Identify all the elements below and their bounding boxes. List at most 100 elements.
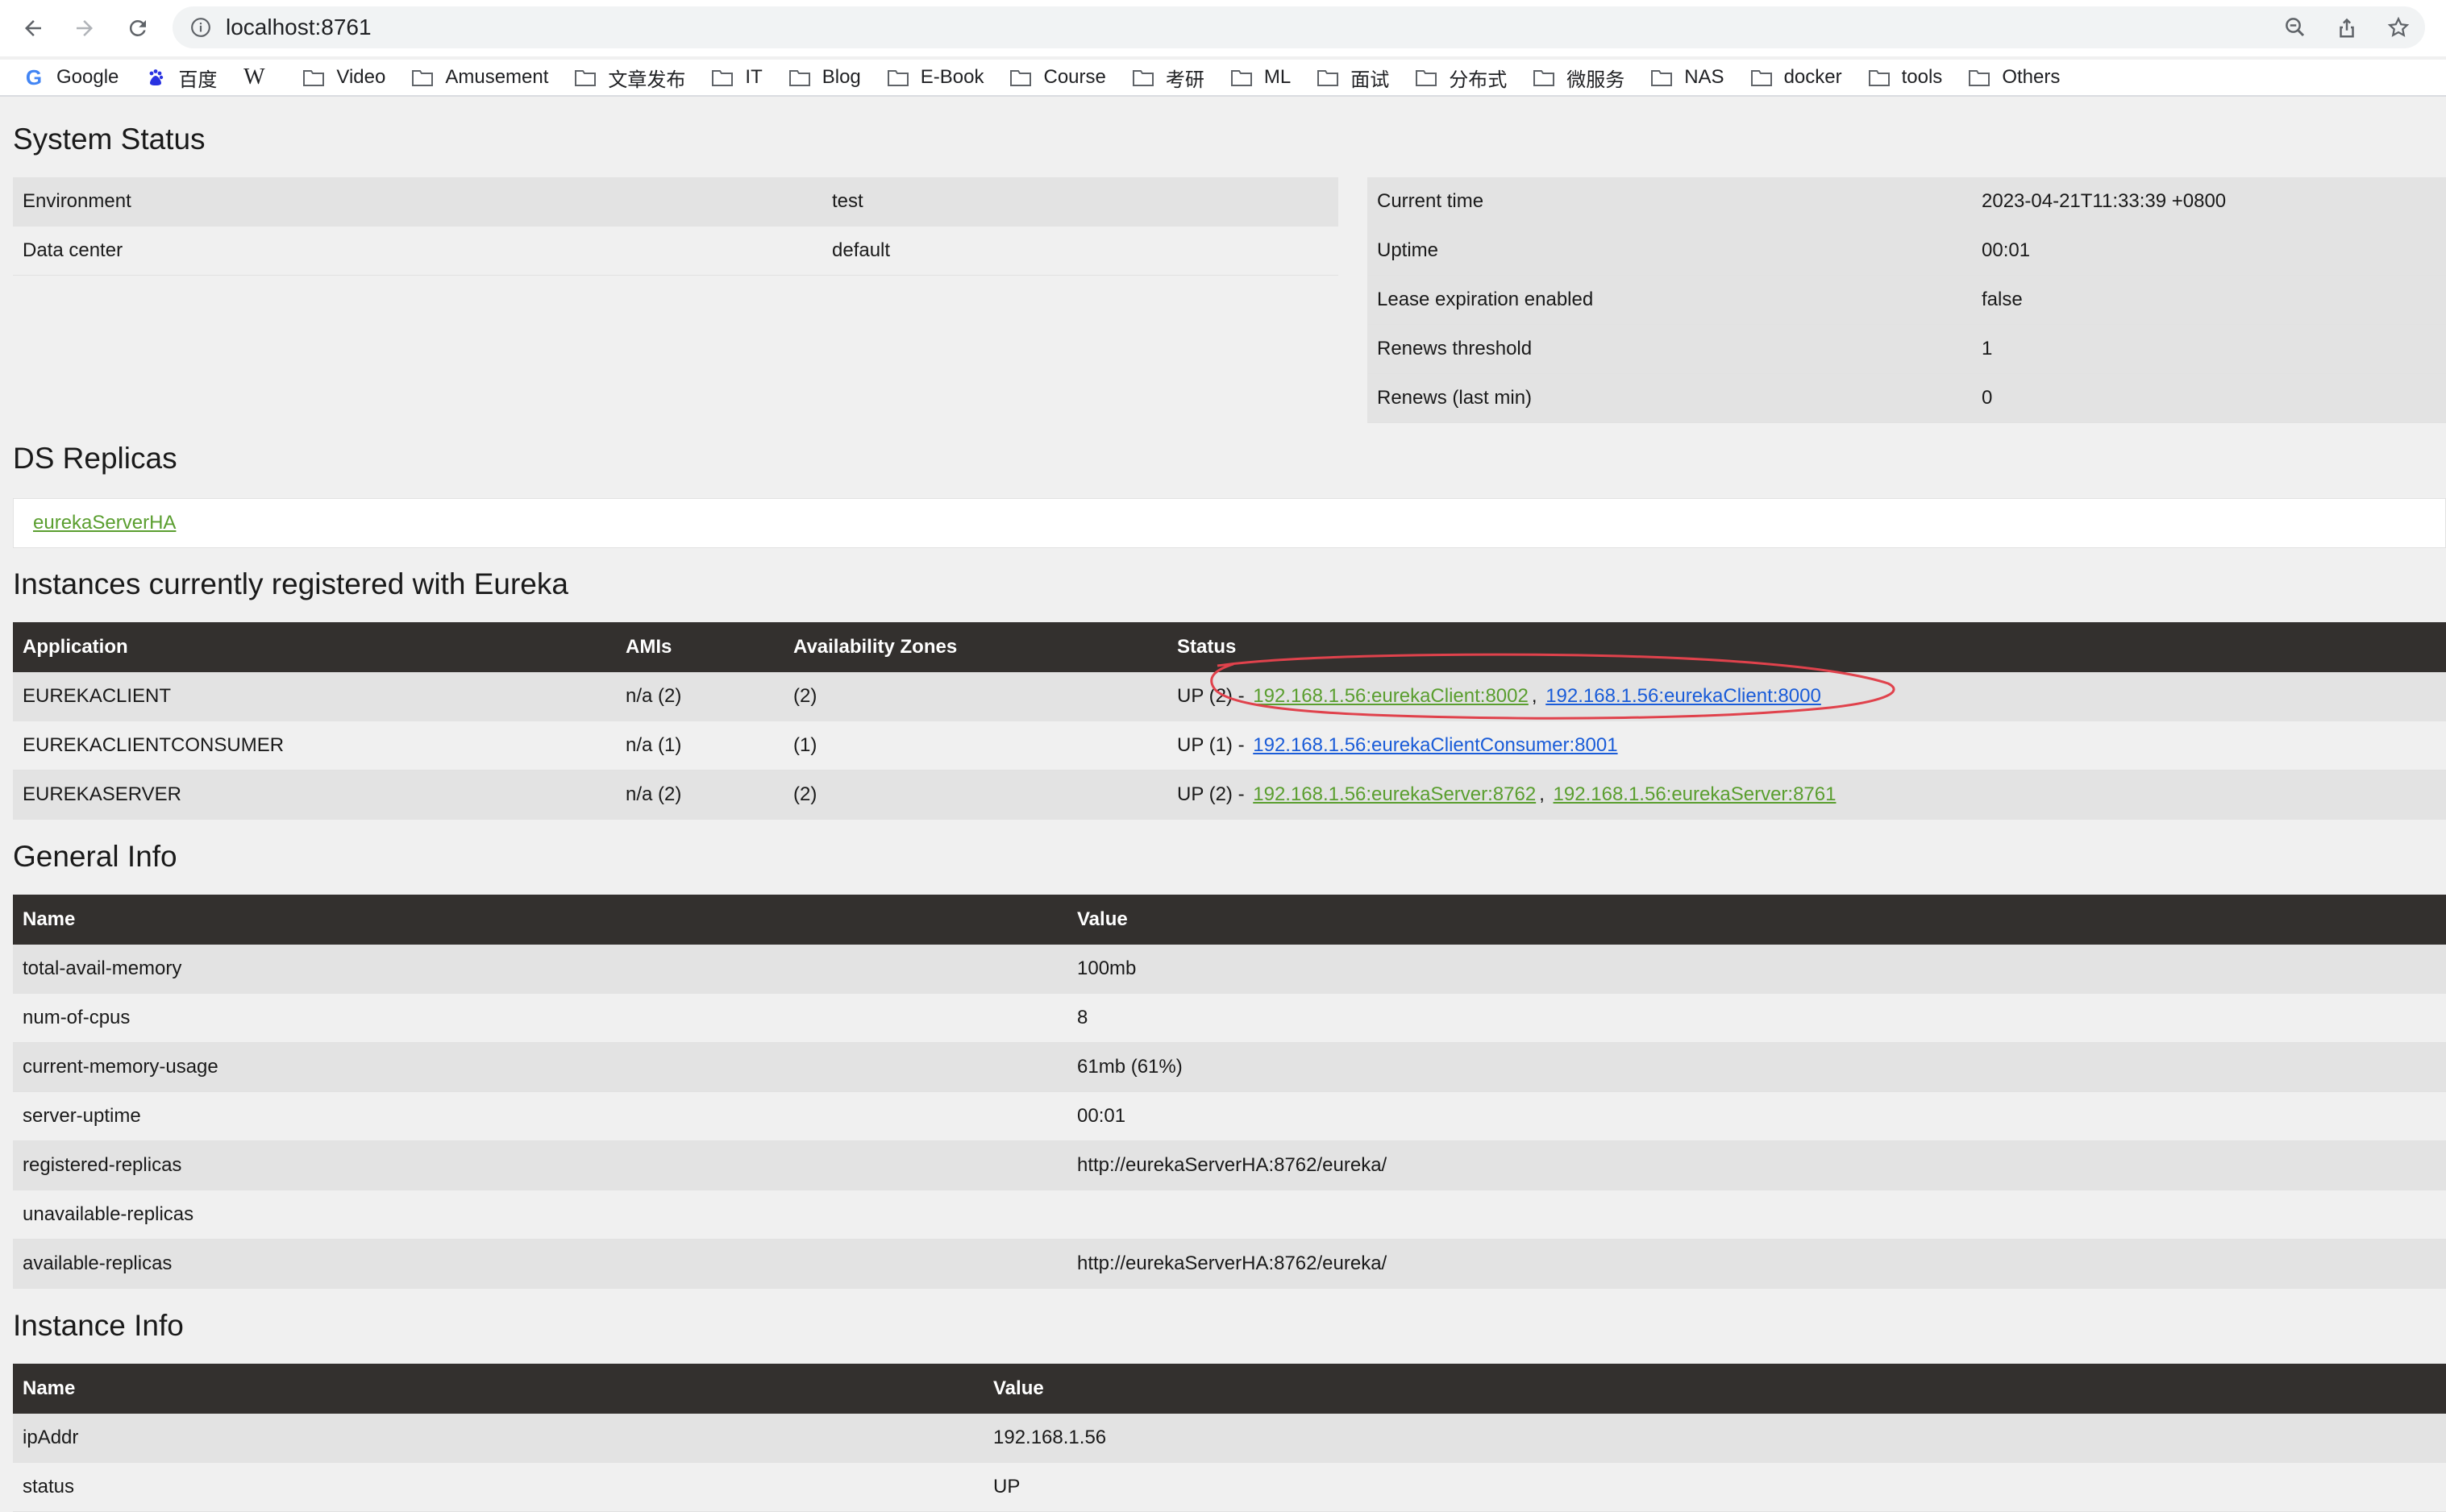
kv-row: Environment test xyxy=(13,177,1338,226)
table-row: ipAddr 192.168.1.56 xyxy=(13,1414,2446,1463)
instance-info-table: Name Value ipAddr 192.168.1.56 status UP xyxy=(13,1364,2446,1512)
google-icon: G xyxy=(25,64,43,89)
table-row: current-memory-usage 61mb (61%) xyxy=(13,1043,2446,1092)
kv-row: Uptime 00:01 xyxy=(1367,226,2446,276)
kv-row: Renews threshold 1 xyxy=(1367,325,2446,374)
browser-toolbar: localhost:8761 xyxy=(0,0,2446,56)
kv-key: Renews threshold xyxy=(1377,338,1533,359)
bookmark-google[interactable]: G Google xyxy=(23,64,119,89)
replica-link[interactable]: eurekaServerHA xyxy=(33,512,176,534)
bookmark-folder-microservice[interactable]: 微服务 xyxy=(1533,64,1624,92)
bookmark-folder-article[interactable]: 文章发布 xyxy=(574,64,685,92)
forward-arrow-icon[interactable] xyxy=(64,8,105,48)
link-separator: , xyxy=(1539,783,1545,805)
info-name: total-avail-memory xyxy=(23,957,182,979)
bookmark-folder-course[interactable]: Course xyxy=(1009,66,1106,89)
bookmark-folder-docker[interactable]: docker xyxy=(1750,66,1842,89)
folder-icon xyxy=(1415,66,1437,89)
folder-icon xyxy=(1132,66,1154,89)
bookmark-folder-nas[interactable]: NAS xyxy=(1650,66,1724,89)
kv-value: 1 xyxy=(1982,338,1993,359)
folder-icon xyxy=(411,66,434,89)
info-value: http://eurekaServerHA:8762/eureka/ xyxy=(1077,1252,1387,1274)
kv-key: Renews (last min) xyxy=(1377,387,1533,409)
reload-icon[interactable] xyxy=(118,8,158,48)
bookmark-folder-kaoyan[interactable]: 考研 xyxy=(1132,64,1204,92)
folder-icon xyxy=(788,66,811,89)
bookmark-wikipedia[interactable]: W xyxy=(243,64,277,89)
instance-link[interactable]: 192.168.1.56:eurekaClientConsumer:8001 xyxy=(1253,734,1617,756)
folder-icon xyxy=(1968,66,1990,89)
amis-value: n/a (1) xyxy=(626,734,682,756)
table-header: Name Value xyxy=(13,895,2446,945)
folder-icon xyxy=(1230,66,1253,89)
bookmark-folder-ebook[interactable]: E-Book xyxy=(887,66,984,89)
bookmark-folder-video[interactable]: Video xyxy=(302,66,385,89)
status-cell: UP (1) - 192.168.1.56:eurekaClientConsum… xyxy=(1167,734,1621,757)
instance-link[interactable]: 192.168.1.56:eurekaServer:8762 xyxy=(1253,783,1536,805)
bookmark-folder-amusement[interactable]: Amusement xyxy=(411,66,548,89)
table-row: total-avail-memory 100mb xyxy=(13,945,2446,994)
bookmarks-bar: G Google 百度 W Video Amusement 文章发布 IT Blo… xyxy=(0,60,2446,97)
folder-icon xyxy=(1009,66,1032,89)
bookmark-star-icon[interactable] xyxy=(2380,9,2417,46)
kv-key: Data center xyxy=(23,239,123,261)
info-value: http://eurekaServerHA:8762/eureka/ xyxy=(1077,1154,1387,1176)
table-row: server-uptime 00:01 xyxy=(13,1092,2446,1141)
instances-title: Instances currently registered with Eure… xyxy=(13,567,568,600)
bookmark-folder-others[interactable]: Others xyxy=(1968,66,2060,89)
kv-value: 00:01 xyxy=(1982,239,2031,261)
folder-icon xyxy=(1650,66,1673,89)
info-icon[interactable] xyxy=(190,17,211,38)
kv-key: Uptime xyxy=(1377,239,1439,261)
info-name: num-of-cpus xyxy=(23,1007,131,1028)
ds-replicas-list: eurekaServerHA xyxy=(13,498,2446,548)
column-header-name: Name xyxy=(23,908,76,930)
application-name: EUREKASERVER xyxy=(23,783,181,805)
table-header: Name Value xyxy=(13,1364,2446,1414)
info-name: current-memory-usage xyxy=(23,1056,218,1078)
instance-info-title: Instance Info xyxy=(13,1309,184,1342)
table-row: num-of-cpus 8 xyxy=(13,994,2446,1043)
share-icon[interactable] xyxy=(2328,9,2365,46)
kv-key: Lease expiration enabled xyxy=(1377,289,1594,310)
system-status-title: System Status xyxy=(13,123,206,156)
ds-replicas-title: DS Replicas xyxy=(13,442,177,475)
table-row: EUREKACLIENTCONSUMER n/a (1) (1) UP (1) … xyxy=(13,721,2446,771)
info-name: ipAddr xyxy=(23,1427,79,1448)
kv-row: Renews (last min) 0 xyxy=(1367,374,2446,423)
info-name: unavailable-replicas xyxy=(23,1203,194,1225)
info-value: 61mb (61%) xyxy=(1077,1056,1183,1078)
status-prefix: UP (2) - xyxy=(1177,783,1245,805)
back-arrow-icon[interactable] xyxy=(13,8,53,48)
address-bar[interactable]: localhost:8761 xyxy=(173,6,2425,48)
bookmark-folder-blog[interactable]: Blog xyxy=(788,66,861,89)
bookmark-folder-distributed[interactable]: 分布式 xyxy=(1415,64,1507,92)
zones-value: (2) xyxy=(793,685,817,707)
kv-value: 0 xyxy=(1982,387,1993,409)
bookmark-folder-interview[interactable]: 面试 xyxy=(1317,64,1389,92)
column-header-amis: AMIs xyxy=(626,636,672,658)
table-row: status UP xyxy=(13,1463,2446,1512)
info-value: 00:01 xyxy=(1077,1105,1126,1127)
system-status-left-table: Environment test Data center default xyxy=(13,177,1338,276)
kv-row: Lease expiration enabled false xyxy=(1367,276,2446,325)
address-url[interactable]: localhost:8761 xyxy=(226,15,372,40)
instance-link[interactable]: 192.168.1.56:eurekaServer:8761 xyxy=(1554,783,1837,805)
bookmark-baidu[interactable]: 百度 xyxy=(144,64,217,92)
info-name: registered-replicas xyxy=(23,1154,182,1176)
bookmark-folder-ml[interactable]: ML xyxy=(1230,66,1291,89)
bookmark-folder-it[interactable]: IT xyxy=(711,66,763,89)
kv-value: default xyxy=(832,239,891,261)
zones-value: (1) xyxy=(793,734,817,756)
folder-icon xyxy=(887,66,909,89)
zoom-icon[interactable] xyxy=(2277,9,2314,46)
bookmark-folder-tools[interactable]: tools xyxy=(1868,66,1942,89)
kv-value: false xyxy=(1982,289,2023,310)
info-name: status xyxy=(23,1476,75,1497)
red-annotation-circle xyxy=(1210,653,1895,720)
column-header-availability-zones: Availability Zones xyxy=(793,636,958,658)
application-name: EUREKACLIENT xyxy=(23,685,172,707)
general-info-title: General Info xyxy=(13,840,177,873)
status-cell: UP (2) - 192.168.1.56:eurekaServer:8762,… xyxy=(1167,783,1839,806)
